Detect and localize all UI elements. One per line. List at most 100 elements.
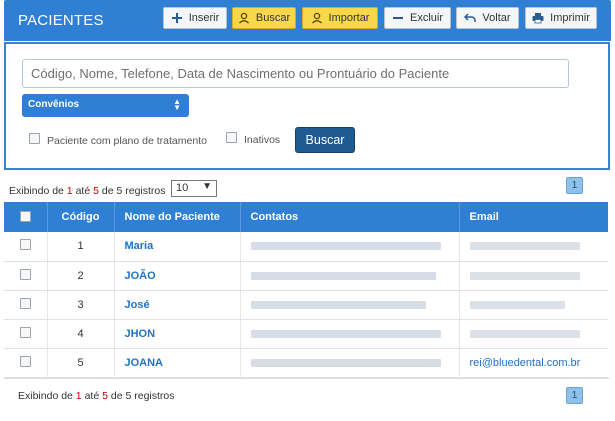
info-prefix: Exibindo de [18, 390, 73, 402]
email-cell [459, 261, 608, 291]
info-total: 5 [125, 390, 132, 402]
dropdown-arrow-icon: ▼ [202, 181, 212, 192]
code-cell: 2 [47, 261, 115, 291]
page-title: PACIENTES [18, 12, 104, 29]
page-size-value: 10 [176, 182, 189, 194]
info-prefix: Exibindo de [9, 185, 64, 197]
minus-icon [392, 12, 404, 24]
contacts-cell [240, 348, 460, 378]
code-cell: 1 [47, 232, 115, 262]
select-all-header [4, 202, 48, 232]
row-checkbox-cell [4, 319, 48, 349]
row-checkbox[interactable] [19, 297, 31, 309]
info-to: 5 [102, 390, 108, 402]
inserir-label: Inserir [188, 12, 220, 24]
voltar-label: Voltar [482, 12, 511, 24]
table-row[interactable]: 3 José [4, 290, 608, 320]
patient-name-link[interactable]: JOANA [114, 348, 241, 378]
redacted-email [469, 329, 580, 338]
email-cell [459, 290, 608, 320]
search-input[interactable] [22, 59, 569, 88]
page-button-top[interactable]: 1 [566, 177, 583, 194]
page-button-bottom[interactable]: 1 [566, 387, 583, 404]
records-info-top: Exibindo de 1 até 5 de 5 registros [9, 185, 166, 197]
undo-icon [464, 12, 477, 24]
column-header-codigo[interactable]: Código [47, 202, 115, 232]
table-row[interactable]: 1 Maria [4, 232, 608, 262]
inativos-label: Inativos [244, 134, 281, 146]
patient-name-link[interactable]: JHON [114, 319, 241, 349]
inserir-button[interactable]: Inserir [163, 7, 227, 29]
user-import-icon [311, 12, 323, 24]
voltar-button[interactable]: Voltar [456, 7, 519, 29]
page-header: PACIENTES Inserir Buscar Importar Exclui… [4, 0, 611, 41]
redacted-contacts [250, 271, 436, 280]
patient-name-link[interactable]: Maria [114, 232, 241, 262]
convenios-label: Convênios [28, 99, 80, 110]
excluir-label: Excluir [409, 12, 443, 24]
info-to: 5 [93, 185, 99, 197]
code-cell: 5 [47, 348, 115, 378]
contacts-cell [240, 232, 460, 262]
excluir-button[interactable]: Excluir [384, 7, 451, 29]
print-icon [532, 12, 544, 24]
info-suffix: registros [134, 390, 175, 402]
row-checkbox-cell [4, 232, 48, 262]
redacted-email [469, 300, 565, 309]
table-row[interactable]: 5 JOANA rei@bluedental.com.br [4, 348, 608, 378]
imprimir-label: Imprimir [550, 12, 590, 24]
row-checkbox[interactable] [19, 268, 31, 280]
table-header-row: Código Nome do Paciente Contatos Email [4, 202, 608, 232]
redacted-contacts [250, 300, 426, 309]
info-total: 5 [116, 185, 123, 197]
patient-name-link[interactable]: José [114, 290, 241, 320]
table-row[interactable]: 2 JOÃO [4, 261, 608, 291]
page-size-select[interactable]: 10 ▼ [171, 180, 217, 197]
row-checkbox[interactable] [19, 239, 31, 251]
row-checkbox[interactable] [19, 355, 31, 367]
buscar-button[interactable]: Buscar [295, 127, 355, 153]
email-cell [459, 319, 608, 349]
redacted-email [469, 271, 580, 280]
plano-tratamento-label: Paciente com plano de tratamento [47, 135, 207, 147]
plano-tratamento-checkbox[interactable] [29, 133, 40, 144]
records-info-bottom: Exibindo de 1 até 5 de 5 registros [18, 390, 175, 402]
buscar-header-button[interactable]: Buscar [232, 7, 296, 29]
info-of-word: de [101, 185, 114, 197]
plus-icon [171, 12, 183, 24]
info-from: 1 [75, 390, 82, 402]
info-of-word: de [110, 390, 123, 402]
column-header-email[interactable]: Email [459, 202, 608, 232]
patient-name-link[interactable]: JOÃO [114, 261, 241, 291]
convenios-select[interactable]: Convênios ▲ ▼ [22, 94, 189, 117]
sort-caret-icon: ▲ ▼ [173, 97, 181, 112]
row-checkbox-cell [4, 290, 48, 320]
redacted-email [469, 242, 580, 251]
redacted-contacts [250, 358, 441, 367]
select-all-checkbox[interactable] [19, 211, 31, 222]
column-header-nome[interactable]: Nome do Paciente [114, 202, 241, 232]
info-to-word: até [84, 390, 100, 402]
column-header-contatos[interactable]: Contatos [240, 202, 460, 232]
table-footer: Exibindo de 1 até 5 de 5 registros 1 [4, 378, 610, 416]
info-suffix: registros [125, 185, 166, 197]
redacted-contacts [250, 329, 441, 338]
table-row[interactable]: 4 JHON [4, 319, 608, 349]
code-cell: 3 [47, 290, 115, 320]
row-checkbox[interactable] [19, 326, 31, 338]
redacted-contacts [250, 242, 441, 251]
importar-label: Importar [328, 12, 370, 24]
email-link[interactable]: rei@bluedental.com.br [459, 348, 608, 378]
contacts-cell [240, 261, 460, 291]
info-to-word: até [75, 185, 91, 197]
contacts-cell [240, 290, 460, 320]
row-checkbox-cell [4, 261, 48, 291]
inativos-checkbox[interactable] [226, 132, 237, 143]
code-cell: 4 [47, 319, 115, 349]
importar-button[interactable]: Importar [302, 7, 378, 29]
info-from: 1 [66, 185, 73, 197]
buscar-header-label: Buscar [255, 12, 291, 24]
contacts-cell [240, 319, 460, 349]
imprimir-button[interactable]: Imprimir [525, 7, 597, 29]
search-panel: Convênios ▲▼ Paciente com plano de trata… [4, 42, 610, 170]
